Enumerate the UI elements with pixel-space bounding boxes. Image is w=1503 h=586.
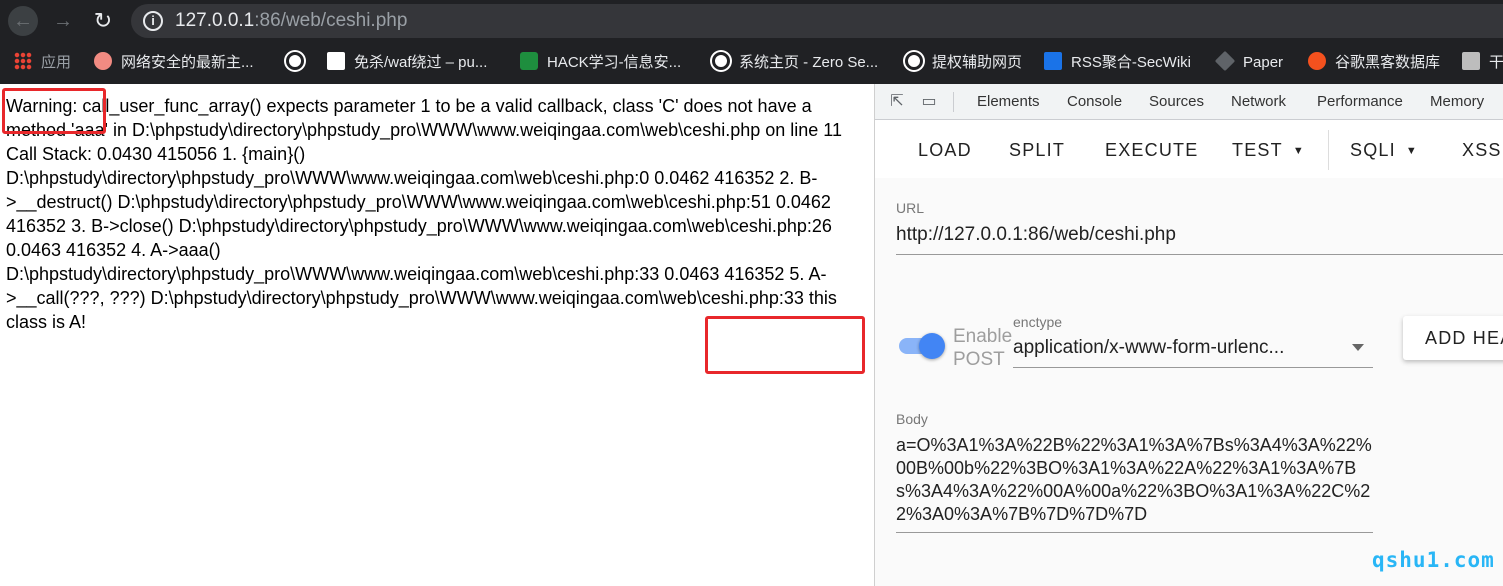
devtools-tab-bar: ⇱ ▭ Elements Console Sources Network Per… — [875, 84, 1503, 120]
add-header-button[interactable]: ADD HEA — [1403, 316, 1503, 360]
enctype-select[interactable]: application/x-www-form-urlenc... — [1013, 337, 1313, 359]
url-field-underline — [896, 254, 1503, 255]
dropdown-arrow-icon[interactable] — [1352, 344, 1364, 351]
bookmark-item[interactable]: RSS聚合-SecWiki — [1044, 52, 1191, 74]
bookmark-item[interactable]: 干 — [1462, 52, 1503, 74]
bookmark-label: 谷歌黑客数据库 — [1335, 54, 1441, 71]
body-field-label: Body — [896, 411, 928, 427]
apps-grid-icon — [14, 52, 32, 70]
bookmark-item[interactable]: 提权辅助网页 — [905, 52, 1022, 74]
bookmark-label: 系统主页 - Zero Se... — [739, 54, 879, 71]
caret-down-icon: ▼ — [1292, 145, 1305, 157]
body-field-underline — [896, 532, 1373, 533]
bookmark-label: Paper — [1243, 54, 1284, 71]
url-host: 127.0.0.1 — [175, 10, 255, 31]
enctype-underline — [1013, 367, 1373, 368]
bookmark-label: 网络安全的最新主... — [121, 54, 254, 71]
bookmark-item[interactable]: HACK学习-信息安... — [520, 52, 681, 74]
highlight-box-result — [705, 316, 865, 374]
forward-arrow-icon[interactable]: → — [48, 6, 78, 36]
tab-performance[interactable]: Performance — [1317, 93, 1403, 110]
bookmark-item[interactable]: 谷歌黑客数据库 — [1308, 52, 1440, 74]
url-field[interactable]: http://127.0.0.1:86/web/ceshi.php — [896, 224, 1496, 246]
bookmark-item[interactable]: 系统主页 - Zero Se... — [712, 52, 878, 74]
enable-post-toggle-thumb[interactable] — [919, 333, 945, 359]
sqli-label: SQLI — [1350, 140, 1396, 160]
tab-elements[interactable]: Elements — [977, 93, 1040, 110]
back-arrow-icon[interactable]: ← — [8, 6, 38, 36]
tab-network[interactable]: Network — [1231, 93, 1286, 110]
avatar-favicon — [1462, 52, 1480, 70]
watermark-text: qshu1.com — [1372, 548, 1495, 572]
divider — [1328, 130, 1329, 170]
caret-down-icon: ▼ — [1405, 145, 1418, 157]
enable-post-label: Enable POST — [953, 326, 1013, 370]
reload-icon[interactable]: ↻ — [88, 6, 118, 36]
secwiki-favicon — [1044, 52, 1062, 70]
bookmark-item[interactable]: 免杀/waf绕过 – pu... — [327, 52, 487, 74]
split-button[interactable]: SPLIT — [1009, 140, 1065, 161]
address-url[interactable]: 127.0.0.1:86/web/ceshi.php — [175, 10, 407, 32]
tab-memory[interactable]: Memory — [1430, 93, 1484, 110]
devtools-panel: ⇱ ▭ Elements Console Sources Network Per… — [874, 84, 1503, 586]
highlight-box-warning — [2, 88, 106, 134]
bookmark-label: RSS聚合-SecWiki — [1071, 54, 1192, 71]
bookmark-label: 干 — [1489, 54, 1503, 71]
tab-console[interactable]: Console — [1067, 93, 1122, 110]
test-menu-button[interactable]: TEST ▼ — [1232, 140, 1305, 161]
load-button[interactable]: LOAD — [918, 140, 972, 161]
globe-icon — [286, 52, 304, 70]
hackbar-form: URL http://127.0.0.1:86/web/ceshi.php En… — [875, 178, 1503, 586]
bookmarks-bar: 应用 网络安全的最新主... 免杀/waf绕过 – pu... HACK学习-信… — [0, 42, 1503, 84]
xss-menu-button[interactable]: XSS — [1462, 140, 1502, 161]
url-path: :86/web/ceshi.php — [254, 10, 408, 31]
info-icon[interactable]: i — [143, 11, 163, 31]
globe-icon — [712, 52, 730, 70]
hack-favicon — [520, 52, 538, 70]
inspect-cursor-icon[interactable]: ⇱ — [887, 92, 907, 112]
url-field-label: URL — [896, 200, 925, 216]
device-toggle-icon[interactable]: ▭ — [919, 92, 939, 112]
bookmark-label: 应用 — [41, 54, 72, 71]
test-label: TEST — [1232, 140, 1283, 160]
browser-toolbar: ← → ↻ i 127.0.0.1:86/web/ceshi.php — [0, 0, 1503, 42]
bookmark-label: HACK学习-信息安... — [547, 54, 682, 71]
body-textarea[interactable]: a=O%3A1%3A%22B%22%3A1%3A%7Bs%3A4%3A%22%0… — [896, 434, 1376, 526]
bookmark-label: 免杀/waf绕过 – pu... — [354, 54, 488, 71]
bookmark-item[interactable]: Paper — [1214, 50, 1284, 74]
bookmark-label: 提权辅助网页 — [932, 54, 1023, 71]
php-warning-text: Warning: call_user_func_array() expects … — [6, 96, 842, 332]
sqli-menu-button[interactable]: SQLI ▼ — [1350, 140, 1418, 161]
page-content: Warning: call_user_func_array() expects … — [0, 84, 874, 586]
globe-icon — [905, 52, 923, 70]
execute-button[interactable]: EXECUTE — [1105, 140, 1198, 161]
hackbar-toolbar: LOAD SPLIT EXECUTE TEST ▼ SQLI ▼ XSS — [875, 120, 1503, 178]
tab-sources[interactable]: Sources — [1149, 93, 1204, 110]
site-favicon — [327, 52, 345, 70]
bookmark-apps[interactable]: 应用 — [14, 52, 71, 74]
paper-favicon — [1214, 50, 1236, 72]
bookmark-item[interactable]: 网络安全的最新主... — [94, 52, 254, 74]
address-bar[interactable]: i 127.0.0.1:86/web/ceshi.php — [131, 4, 1503, 38]
chat-bubble-icon — [94, 52, 112, 70]
enctype-label: enctype — [1013, 314, 1063, 330]
flame-favicon — [1308, 52, 1326, 70]
bookmark-item[interactable] — [286, 52, 313, 74]
divider — [953, 92, 954, 112]
